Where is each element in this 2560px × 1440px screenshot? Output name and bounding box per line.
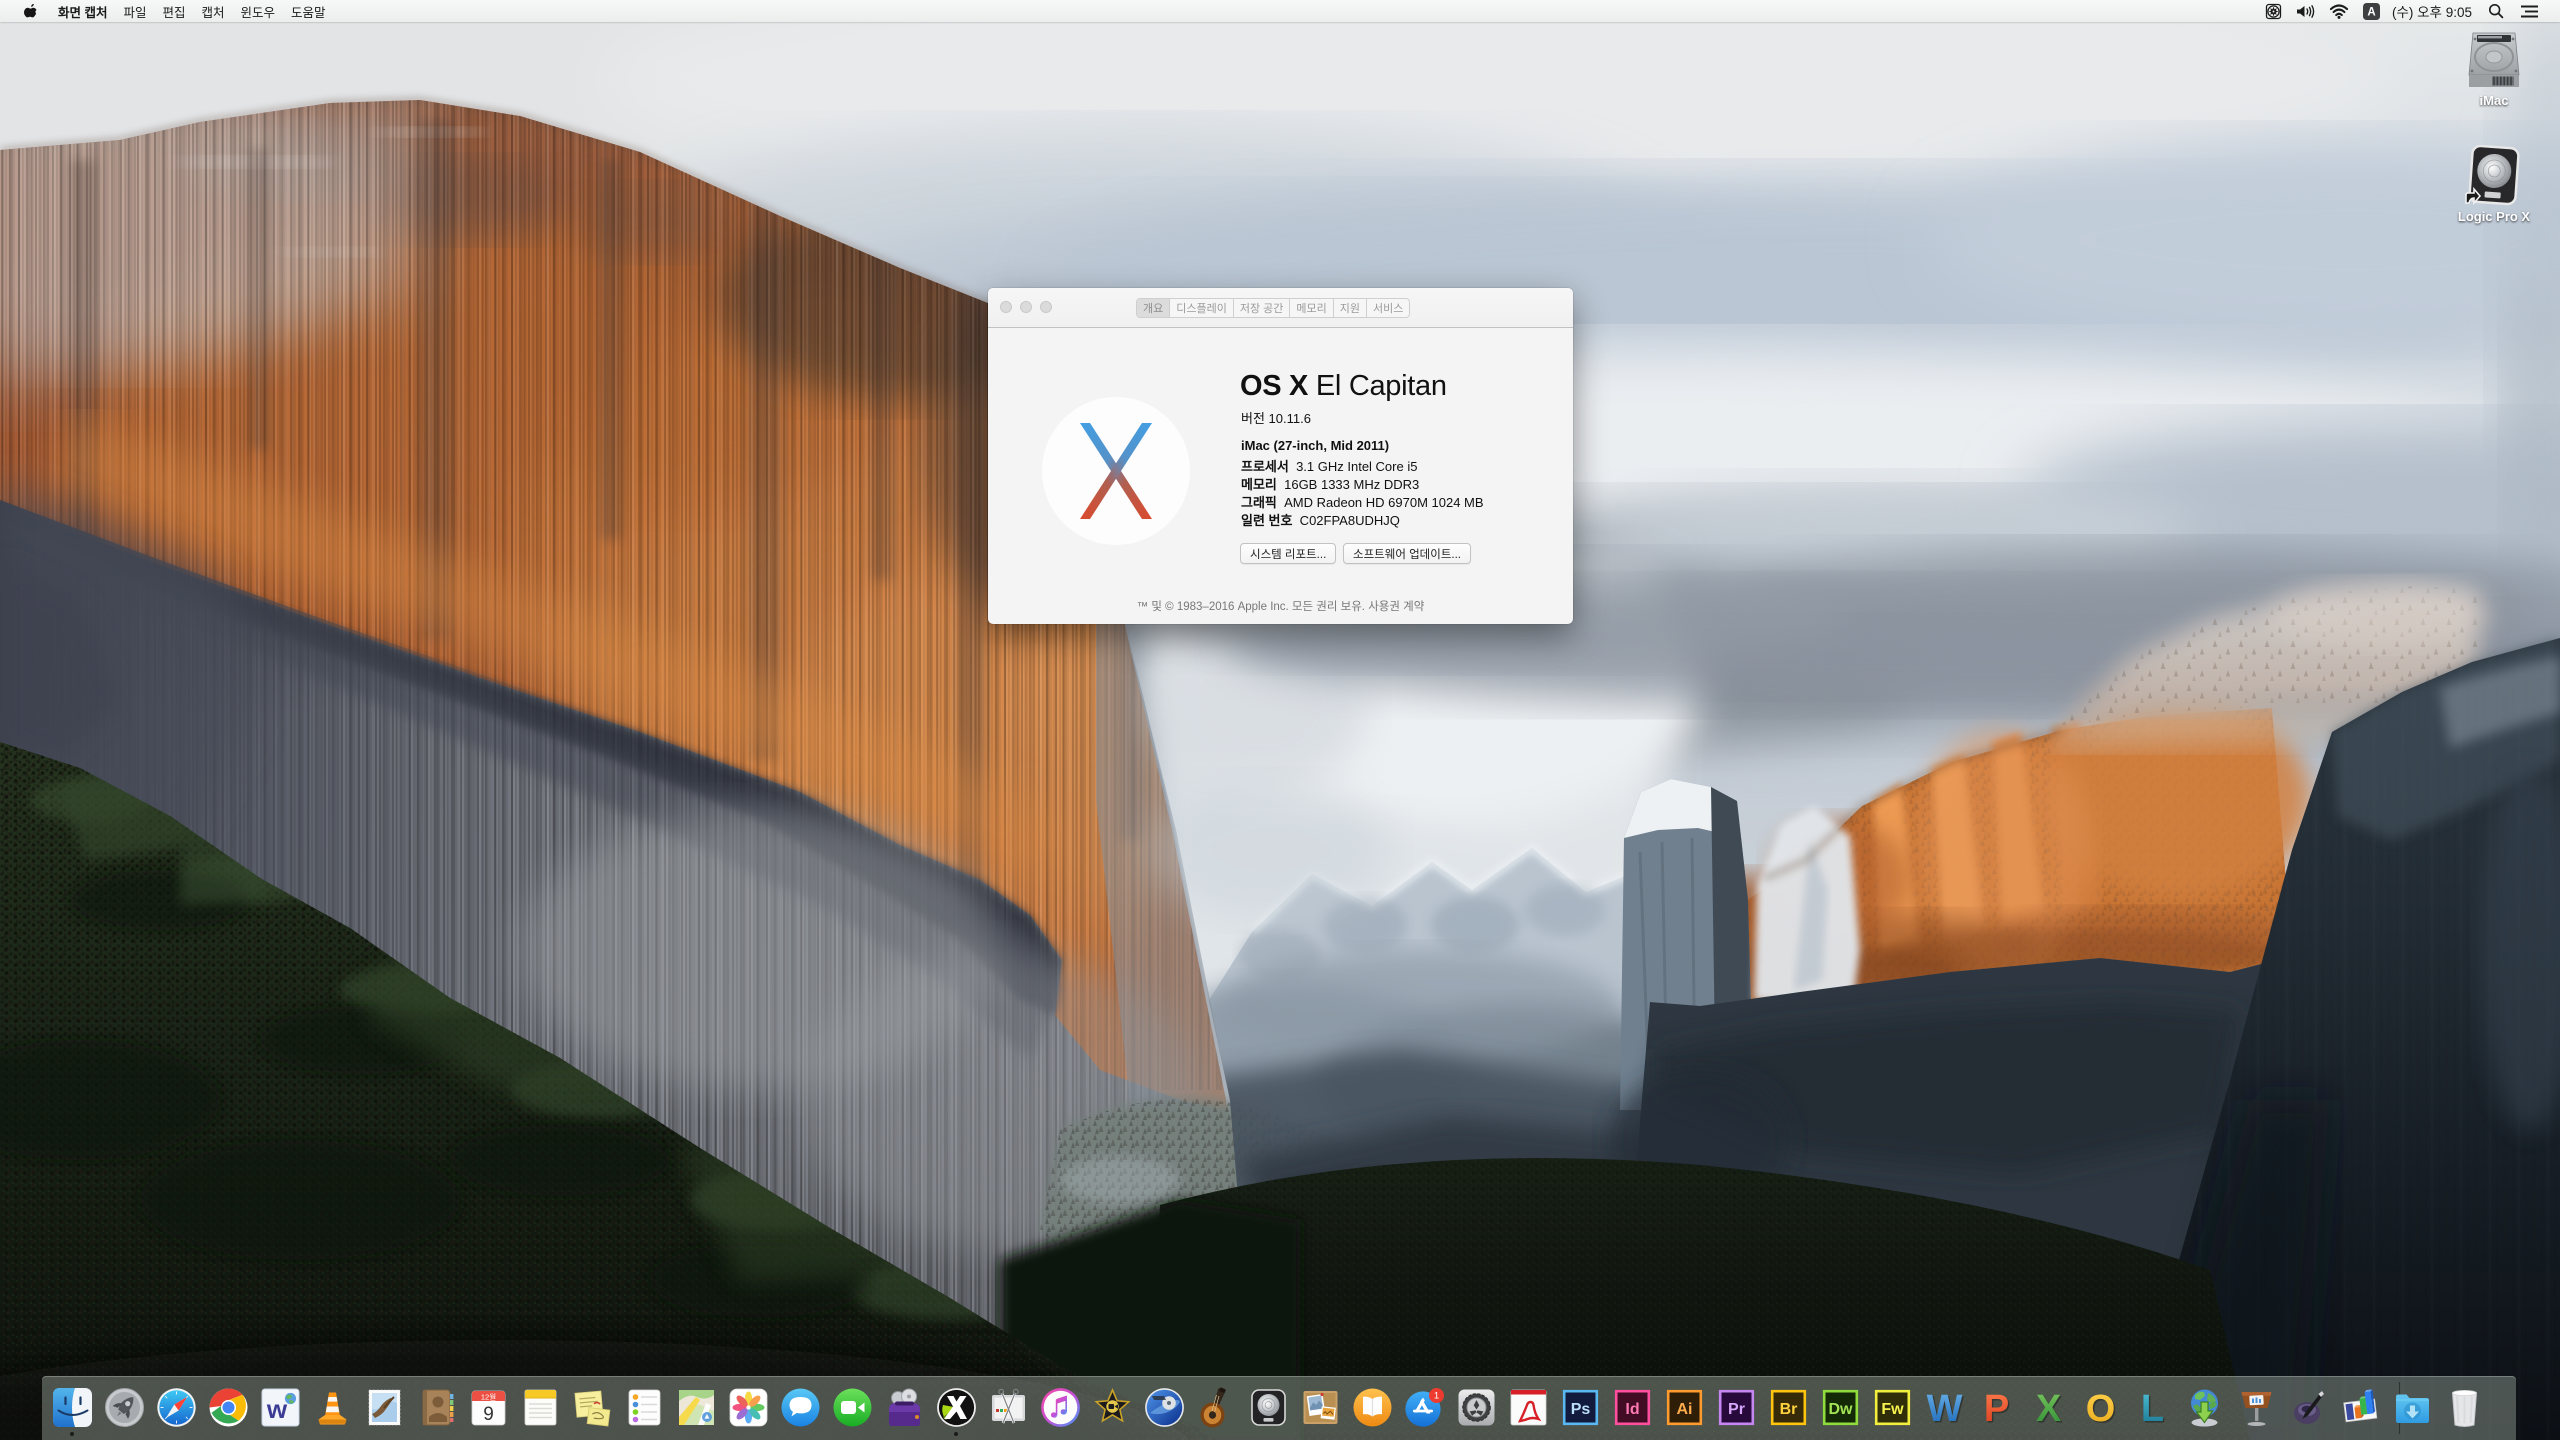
svg-text:P: P — [1983, 1388, 2008, 1428]
svg-text:12월: 12월 — [480, 1392, 495, 1402]
svg-text:A: A — [2367, 6, 2375, 18]
svg-text:L: L — [2140, 1388, 2163, 1428]
svg-text:Ai: Ai — [1676, 1401, 1692, 1418]
svg-text:Pr: Pr — [1728, 1401, 1745, 1418]
svg-text:O: O — [2085, 1388, 2115, 1428]
svg-text:Ps: Ps — [1570, 1401, 1590, 1418]
svg-text:Br: Br — [1779, 1401, 1797, 1418]
svg-text:9: 9 — [483, 1404, 494, 1425]
svg-text:Dw: Dw — [1828, 1401, 1853, 1418]
svg-text:Id: Id — [1625, 1401, 1639, 1418]
svg-text:w: w — [265, 1394, 287, 1424]
svg-text:1: 1 — [1433, 1391, 1438, 1402]
svg-text:W: W — [1926, 1388, 1962, 1428]
svg-text:X: X — [2035, 1388, 2061, 1428]
svg-text:Fw: Fw — [1881, 1401, 1904, 1418]
